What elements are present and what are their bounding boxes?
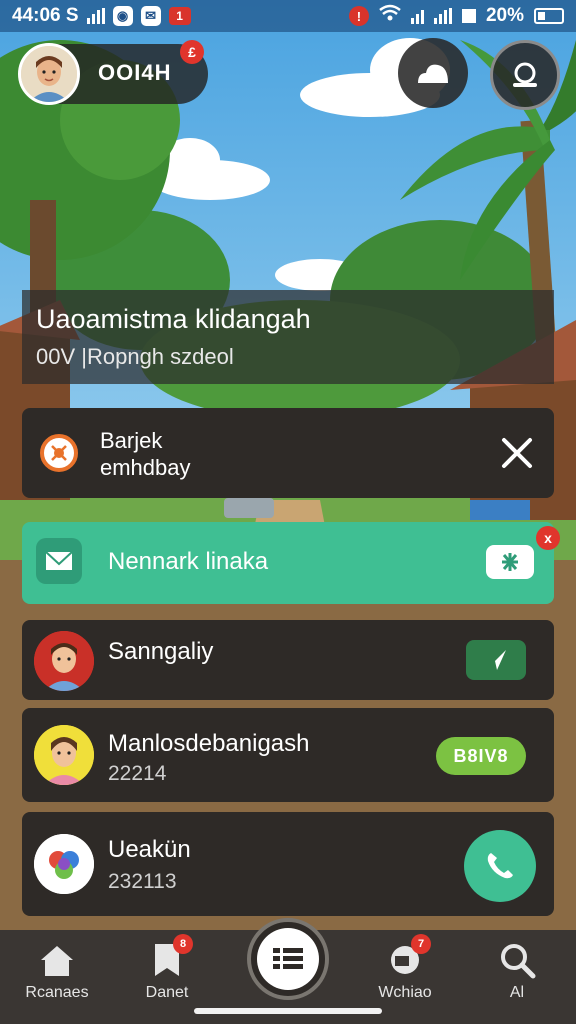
- network-label: Nennark linaka: [108, 548, 269, 575]
- nav-item-watch[interactable]: 7 Wchiao: [350, 934, 460, 1002]
- phone-icon: [487, 853, 513, 879]
- nav-label: Wchiao: [378, 984, 432, 1001]
- notification-badge: 1: [168, 7, 191, 25]
- contact-avatar: [34, 834, 94, 894]
- search-icon: [40, 434, 78, 472]
- search-icon: [497, 940, 537, 980]
- info-line1: Barjek: [100, 428, 163, 453]
- contact-row[interactable]: Manlosdebanigash 22214 B8IV8: [22, 708, 554, 802]
- nav-badge: 7: [411, 934, 431, 954]
- nav-label: Danet: [145, 984, 189, 1001]
- network-card[interactable]: Nennark linaka x: [22, 522, 560, 604]
- network-action-button[interactable]: [486, 545, 534, 579]
- contact-name: Manlosdebanigash: [108, 730, 310, 757]
- signal-icon: [86, 8, 105, 24]
- contact-row[interactable]: Sanngaliy: [22, 620, 554, 700]
- envelope-icon: [36, 538, 82, 584]
- info-card[interactable]: Barjek emhdbay: [22, 408, 554, 498]
- square-icon: [461, 9, 476, 23]
- call-button[interactable]: [464, 830, 536, 902]
- contact-number: 232113: [108, 870, 177, 893]
- alert-icon: !: [348, 6, 369, 26]
- app-notification-icon: ◉: [112, 6, 133, 26]
- close-icon[interactable]: [498, 434, 536, 472]
- profile-avatar[interactable]: [18, 43, 80, 105]
- nav-item-home[interactable]: Rcanaes: [2, 940, 112, 1002]
- info-line2: emhdbay: [100, 455, 191, 480]
- profile-badge: £: [180, 40, 204, 64]
- nav-item-bookmarks[interactable]: 8 Danet: [112, 934, 222, 1002]
- contact-name: Sanngaliy: [108, 638, 214, 665]
- status-time: 44:06 S: [12, 5, 79, 26]
- status-bar: 44:06 S ◉ ✉ 1 ! 20%: [0, 0, 576, 32]
- battery-text: 20%: [485, 5, 524, 26]
- signal-icon-3: [433, 8, 452, 24]
- signal-icon-2: [410, 8, 424, 24]
- title-banner: Uaoamistma klidangah 00V |Ropngh szdeol: [22, 290, 554, 384]
- message-notification-icon: ✉: [140, 6, 161, 26]
- camera-button[interactable]: [490, 40, 560, 110]
- nav-badge: 8: [173, 934, 193, 954]
- banner-title: Uaoamistma klidangah: [36, 304, 311, 334]
- wifi-icon: [379, 4, 401, 28]
- nav-label: Al: [509, 984, 525, 1001]
- contact-name: Ueakün: [108, 836, 191, 863]
- contact-avatar: [34, 631, 94, 691]
- profile-name: OOI4H: [98, 60, 172, 85]
- chat-icon: 7: [385, 934, 431, 980]
- contact-row[interactable]: Ueakün 232113: [22, 812, 554, 916]
- camera-icon: [513, 62, 537, 87]
- home-icon: [37, 940, 77, 980]
- contact-avatar: [34, 725, 94, 785]
- send-button[interactable]: [466, 640, 526, 680]
- puzzle-icon: [502, 553, 518, 571]
- cloud-icon: [418, 64, 448, 83]
- nav-label: Rcanaes: [25, 984, 89, 1001]
- profile-pill[interactable]: OOI4H £: [18, 40, 208, 105]
- battery-icon: [534, 8, 564, 24]
- send-icon: [486, 650, 506, 670]
- network-badge: x: [536, 526, 560, 550]
- grid-icon: [273, 948, 303, 969]
- banner-subtitle: 00V |Ropngh szdeol: [36, 344, 234, 369]
- home-indicator[interactable]: [194, 1008, 382, 1014]
- contact-number: 22214: [108, 762, 167, 785]
- status-pill-button[interactable]: B8IV8: [436, 737, 526, 775]
- nav-item-search[interactable]: Al: [462, 940, 572, 1002]
- cloud-button[interactable]: [398, 38, 468, 108]
- bookmark-icon: 8: [147, 934, 193, 980]
- center-menu-button[interactable]: [247, 918, 329, 1000]
